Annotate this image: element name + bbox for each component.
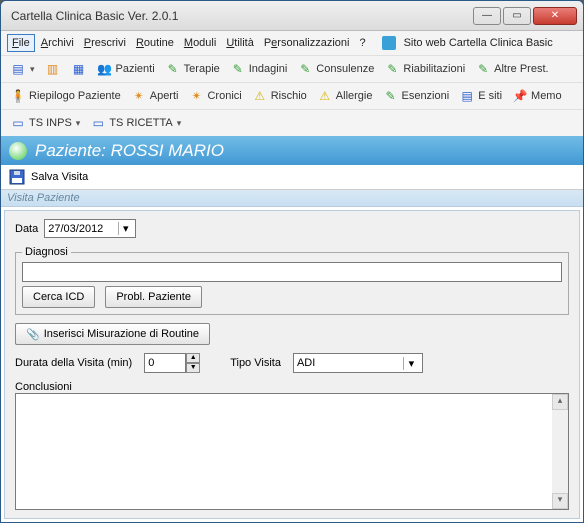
tb-altre-prest[interactable]: ✎Altre Prest.	[470, 58, 553, 80]
tb-cronici-label: Cronici	[207, 90, 241, 102]
chevron-down-icon[interactable]: ▾	[403, 357, 419, 370]
web-icon	[382, 36, 396, 50]
tb-riabilitazioni-label: Riabilitazioni	[403, 63, 465, 75]
tipo-visita-select[interactable]: ADI ▾	[293, 353, 423, 373]
diagnosi-fieldset: Diagnosi Cerca ICD Probl. Paziente	[15, 246, 569, 315]
menu-utilita[interactable]: Utilità	[222, 35, 258, 51]
menu-personalizzazioni[interactable]: Personalizzazioni	[260, 35, 354, 51]
patient-banner: Paziente: ROSSI MARIO	[1, 136, 583, 165]
tb-memo-label: Memo	[531, 90, 562, 102]
tb-esiti-label: E siti	[478, 90, 502, 102]
tb-ts-ricetta-label: TS RICETTA	[109, 117, 172, 129]
save-bar: Salva Visita	[1, 165, 583, 190]
tb-aperti[interactable]: ✴Aperti	[126, 85, 184, 107]
menu-moduli[interactable]: Moduli	[180, 35, 220, 51]
spin-down-icon[interactable]: ▼	[186, 363, 200, 373]
tb-indagini[interactable]: ✎Indagini	[225, 58, 293, 80]
patient-silhouette-icon	[9, 142, 27, 160]
tb-aperti-label: Aperti	[150, 90, 179, 102]
titlebar[interactable]: Cartella Clinica Basic Ver. 2.0.1 — ▭ ✕	[1, 1, 583, 31]
menu-archivi[interactable]: Archivi	[37, 35, 78, 51]
menu-sitoweb[interactable]: Sito web Cartella Clinica Basic	[400, 35, 557, 51]
close-button[interactable]: ✕	[533, 7, 577, 25]
tipo-visita-value: ADI	[297, 357, 315, 369]
tb-ts-inps-label: TS INPS	[29, 117, 72, 129]
attach-icon: 📎	[26, 328, 40, 341]
inserisci-misurazione-button[interactable]: 📎 Inserisci Misurazione di Routine	[15, 323, 210, 345]
chevron-down-icon[interactable]: ▾	[118, 222, 132, 235]
save-disk-icon	[9, 169, 25, 185]
maximize-button[interactable]: ▭	[503, 7, 531, 25]
tb-consulenze[interactable]: ✎Consulenze	[292, 58, 379, 80]
tb-memo[interactable]: 📌Memo	[507, 85, 567, 107]
tb-cronici[interactable]: ✴Cronici	[183, 85, 246, 107]
section-header-visita: Visita Paziente	[1, 190, 583, 207]
tipo-visita-label: Tipo Visita	[230, 357, 281, 369]
tb-altre-prest-label: Altre Prest.	[494, 63, 548, 75]
tb-list-icon[interactable]: ▤▾	[5, 58, 40, 80]
tb-ts-inps[interactable]: ▭TS INPS▾	[5, 112, 85, 134]
patient-prefix: Paziente:	[35, 141, 106, 160]
tb-riepilogo-label: Riepilogo Paziente	[29, 90, 121, 102]
menu-help[interactable]: ?	[355, 35, 369, 51]
tb-consulenze-label: Consulenze	[316, 63, 374, 75]
diagnosi-legend: Diagnosi	[22, 246, 71, 258]
toolbar-row-3: ▭TS INPS▾ ▭TS RICETTA▾	[1, 109, 583, 136]
conclusioni-textarea[interactable]	[16, 394, 552, 509]
durata-label: Durata della Visita (min)	[15, 357, 132, 369]
menu-prescrivi[interactable]: Prescrivi	[80, 35, 130, 51]
diagnosi-input[interactable]	[22, 262, 562, 282]
tb-allergie[interactable]: ⚠Allergie	[312, 85, 378, 107]
tb-esenzioni-label: Esenzioni	[401, 90, 449, 102]
tb-form-icon[interactable]: ▥	[40, 58, 66, 80]
tb-rischio[interactable]: ⚠Rischio	[247, 85, 312, 107]
probl-paziente-button[interactable]: Probl. Paziente	[105, 286, 202, 308]
tb-indagini-label: Indagini	[249, 63, 288, 75]
tb-terapie-label: Terapie	[184, 63, 220, 75]
scroll-down-icon[interactable]: ▾	[552, 493, 568, 509]
tb-riabilitazioni[interactable]: ✎Riabilitazioni	[379, 58, 470, 80]
spin-up-icon[interactable]: ▲	[186, 353, 200, 363]
window-title: Cartella Clinica Basic Ver. 2.0.1	[7, 9, 473, 23]
menu-routine[interactable]: Routine	[132, 35, 178, 51]
data-label: Data	[15, 223, 38, 235]
inserisci-misurazione-label: Inserisci Misurazione di Routine	[44, 328, 199, 340]
toolbar-row-1: ▤▾ ▥ ▦ 👥Pazienti ✎Terapie ✎Indagini ✎Con…	[1, 55, 583, 82]
scroll-up-icon[interactable]: ▴	[552, 394, 568, 410]
data-value: 27/03/2012	[48, 223, 103, 235]
durata-input[interactable]	[144, 353, 186, 373]
tb-rischio-label: Rischio	[271, 90, 307, 102]
form-area: Data 27/03/2012 ▾ Diagnosi Cerca ICD Pro…	[4, 210, 580, 519]
tb-pazienti[interactable]: 👥Pazienti	[92, 58, 160, 80]
durata-stepper[interactable]: ▲ ▼	[144, 353, 200, 373]
minimize-button[interactable]: —	[473, 7, 501, 25]
tb-esenzioni[interactable]: ✎Esenzioni	[377, 85, 454, 107]
toolbar-row-2: 🧍Riepilogo Paziente ✴Aperti ✴Cronici ⚠Ri…	[1, 82, 583, 109]
menubar: File Archivi Prescrivi Routine Moduli Ut…	[1, 31, 583, 55]
tb-allergie-label: Allergie	[336, 90, 373, 102]
patient-name: ROSSI MARIO	[111, 141, 224, 160]
menu-file[interactable]: File	[7, 34, 35, 52]
tb-terapie[interactable]: ✎Terapie	[160, 58, 225, 80]
tb-pazienti-label: Pazienti	[116, 63, 155, 75]
data-input[interactable]: 27/03/2012 ▾	[44, 219, 136, 238]
tb-esiti[interactable]: ▤E siti	[454, 85, 507, 107]
conclusioni-label: Conclusioni	[15, 381, 569, 393]
tb-riepilogo[interactable]: 🧍Riepilogo Paziente	[5, 85, 126, 107]
tb-ts-ricetta[interactable]: ▭TS RICETTA▾	[85, 112, 186, 134]
cerca-icd-button[interactable]: Cerca ICD	[22, 286, 95, 308]
scrollbar[interactable]: ▴ ▾	[552, 394, 568, 509]
save-label[interactable]: Salva Visita	[31, 171, 88, 183]
tb-cal-icon[interactable]: ▦	[66, 58, 92, 80]
